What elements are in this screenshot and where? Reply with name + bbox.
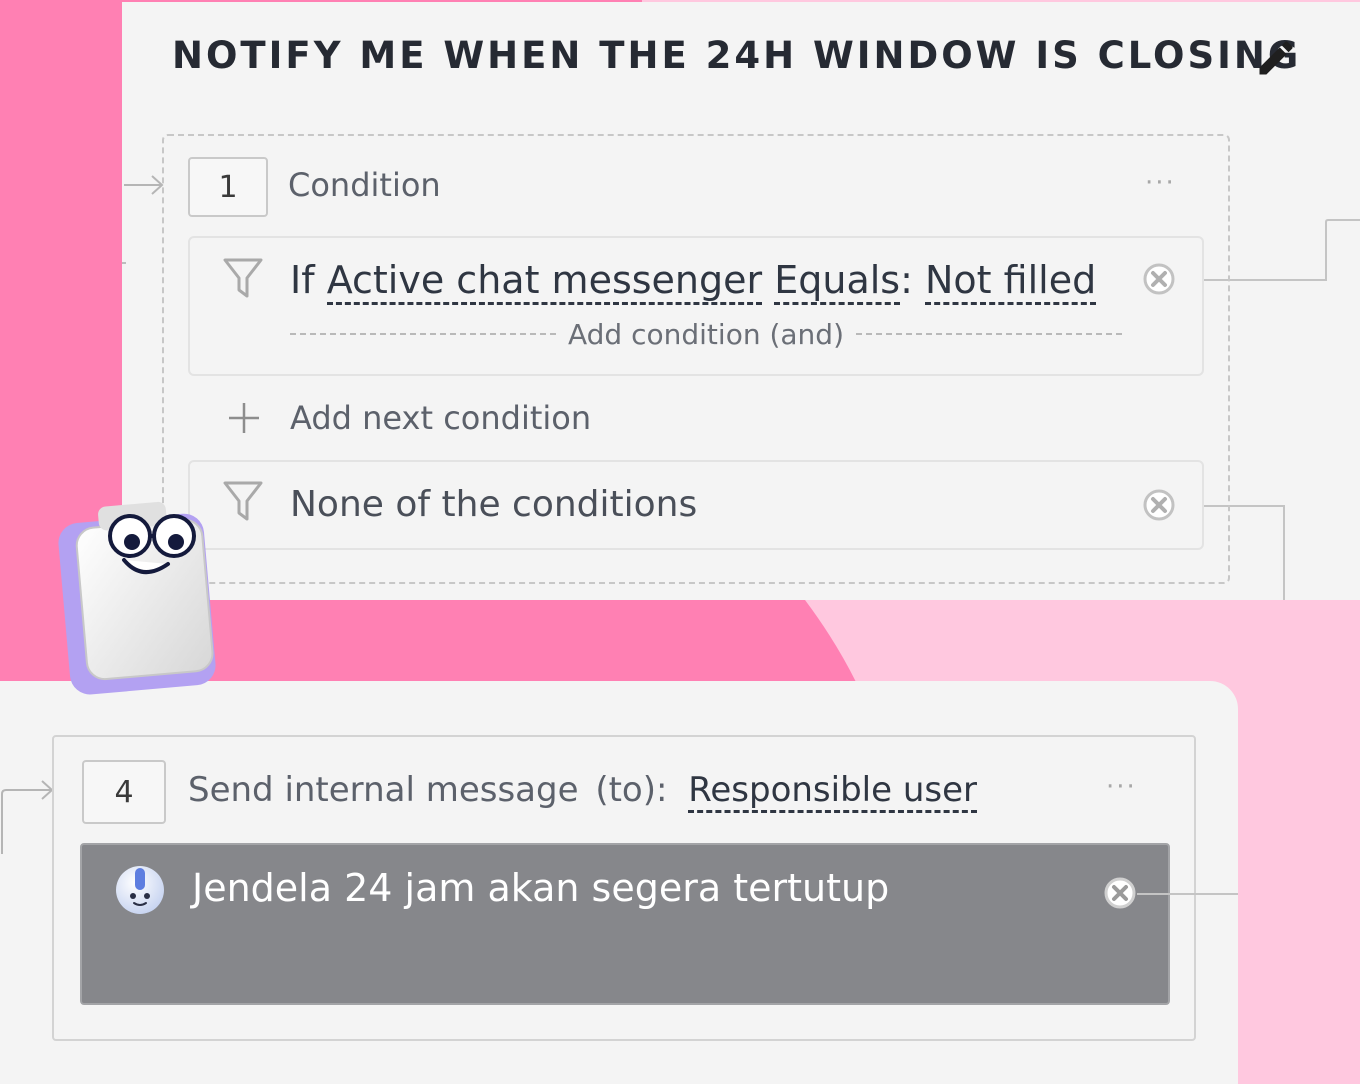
- none-condition-label: None of the conditions: [290, 484, 698, 525]
- condition-prefix: If: [290, 258, 315, 302]
- recipient-prefix: (to):: [595, 770, 668, 810]
- connector-line: [122, 262, 126, 264]
- add-next-condition-label: Add next condition: [290, 399, 592, 437]
- arrow-right-icon: [124, 175, 164, 195]
- condition-colon: :: [900, 258, 913, 302]
- condition-value[interactable]: Not filled: [925, 258, 1097, 305]
- send-message-header: Send internal message (to): Responsible …: [188, 770, 977, 813]
- dashed-divider-right: [856, 333, 1122, 335]
- add-condition-and-row[interactable]: Add condition (and): [290, 316, 1122, 352]
- background-pink-curve: [780, 600, 856, 690]
- condition-operator[interactable]: Equals: [774, 258, 901, 305]
- mascot-clipboard-icon: [58, 501, 216, 695]
- more-options-button[interactable]: ···: [1106, 772, 1137, 802]
- filter-icon: [223, 481, 263, 521]
- message-text: Jendela 24 jam akan segera tertutup: [192, 866, 890, 910]
- filter-icon: [223, 258, 263, 298]
- bot-avatar-icon: [116, 866, 164, 914]
- recipient-select[interactable]: Responsible user: [688, 770, 977, 813]
- condition-text: If Active chat messenger Equals: Not fil…: [290, 258, 1097, 305]
- dashed-divider-left: [290, 333, 556, 335]
- close-circle-icon[interactable]: [1142, 262, 1176, 296]
- send-message-label: Send internal message: [188, 770, 579, 810]
- step-number: 4: [82, 760, 166, 824]
- add-next-condition-button[interactable]: Add next condition: [226, 396, 591, 440]
- page-title: NOTIFY ME WHEN THE 24H WINDOW IS CLOSING: [172, 34, 1302, 77]
- add-condition-and-label: Add condition (and): [568, 317, 844, 351]
- more-options-button[interactable]: ···: [1145, 168, 1176, 198]
- condition-card: [188, 236, 1204, 376]
- pencil-icon[interactable]: [1254, 36, 1298, 80]
- plus-icon: [229, 403, 259, 433]
- close-circle-icon[interactable]: [1142, 488, 1176, 522]
- close-circle-icon[interactable]: [1103, 876, 1137, 910]
- connector-line-right-message: [1137, 893, 1238, 895]
- step-number: 1: [188, 157, 268, 217]
- step-label: Condition: [288, 166, 441, 204]
- condition-field[interactable]: Active chat messenger: [326, 258, 763, 305]
- arrow-right-icon: [1, 780, 54, 854]
